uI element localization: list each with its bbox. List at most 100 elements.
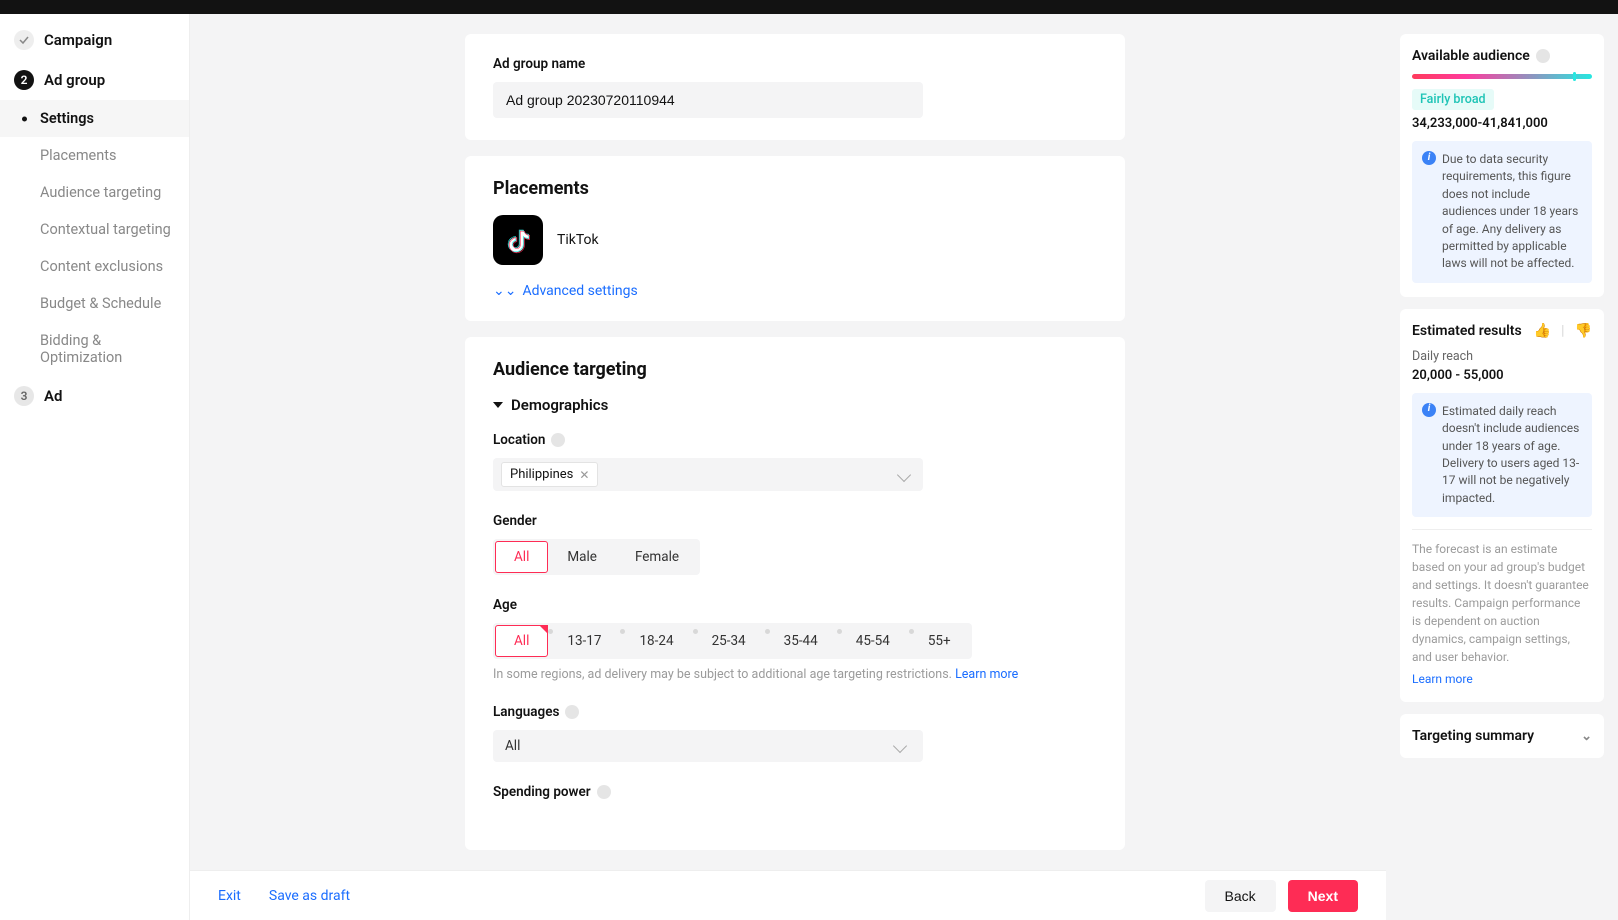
sidebar-item-label: Bidding & Optimization (40, 332, 122, 366)
save-draft-link[interactable]: Save as draft (269, 888, 350, 904)
thumbs-up-icon[interactable]: 👍 (1534, 323, 1551, 339)
targeting-summary-label: Targeting summary (1412, 728, 1534, 744)
available-audience-title: Available audience (1412, 48, 1530, 64)
age-hint: In some regions, ad delivery may be subj… (493, 667, 1097, 682)
languages-value: All (505, 738, 520, 754)
advanced-settings-link[interactable]: ⌄⌄ Advanced settings (493, 283, 1097, 299)
age-field: Age All 13-17 18-24 25-34 35-44 45-54 55… (493, 597, 1097, 682)
spending-power-label: Spending power (493, 784, 1097, 800)
info-icon: i (1422, 403, 1436, 417)
audience-card: Audience targeting Demographics Location… (465, 337, 1125, 850)
right-panel: Available audience Fairly broad 34,233,0… (1400, 14, 1618, 920)
gender-male[interactable]: Male (548, 541, 616, 573)
step-ad[interactable]: 3 Ad (0, 376, 189, 416)
info-icon[interactable] (1536, 49, 1550, 63)
forecast-learn-more-link[interactable]: Learn more (1412, 670, 1592, 688)
location-chip: Philippines ✕ (501, 462, 598, 487)
estimated-results-card: Estimated results 👍 | 👎 Daily reach 20,0… (1400, 309, 1604, 702)
info-icon[interactable] (597, 785, 611, 799)
adgroup-name-card: Ad group name (465, 34, 1125, 140)
demographics-toggle[interactable]: Demographics (493, 396, 1097, 414)
available-audience-card: Available audience Fairly broad 34,233,0… (1400, 34, 1604, 297)
footer-bar: Exit Save as draft Back Next (190, 870, 1386, 920)
age-18-24[interactable]: 18-24 (620, 625, 692, 657)
info-icon[interactable] (551, 433, 565, 447)
placement-tiktok: TikTok (493, 215, 1097, 265)
sidebar-item-content-exclusions[interactable]: Content exclusions (0, 248, 189, 285)
sidebar-item-label: Audience targeting (40, 184, 161, 201)
caret-down-icon (493, 402, 503, 408)
sidebar-item-settings[interactable]: Settings (0, 100, 189, 137)
sidebar-item-budget[interactable]: Budget & Schedule (0, 285, 189, 322)
location-field: Location Philippines ✕ (493, 432, 1097, 491)
age-label: Age (493, 597, 1097, 613)
top-bar (0, 0, 1618, 14)
gender-female[interactable]: Female (616, 541, 698, 573)
step-number-icon: 3 (14, 386, 34, 406)
gender-all[interactable]: All (495, 541, 548, 573)
breadth-badge: Fairly broad (1412, 89, 1494, 110)
estimated-title: Estimated results (1412, 323, 1522, 339)
adgroup-name-label: Ad group name (493, 56, 1097, 72)
sidebar-item-audience[interactable]: Audience targeting (0, 174, 189, 211)
age-45-54[interactable]: 45-54 (837, 625, 909, 657)
audience-range: 34,233,000-41,841,000 (1412, 116, 1592, 131)
chip-label: Philippines (510, 467, 573, 482)
age-learn-more-link[interactable]: Learn more (955, 667, 1018, 682)
audience-title: Audience targeting (493, 359, 1097, 380)
next-button[interactable]: Next (1288, 880, 1358, 912)
demographics-label: Demographics (511, 396, 608, 414)
daily-reach-label: Daily reach (1412, 349, 1592, 364)
step-number-icon: 2 (14, 70, 34, 90)
info-icon[interactable] (565, 705, 579, 719)
adgroup-name-input[interactable] (493, 82, 923, 118)
location-select[interactable]: Philippines ✕ (493, 458, 923, 491)
security-note: i Due to data security requirements, thi… (1412, 141, 1592, 283)
spending-power-field: Spending power (493, 784, 1097, 800)
age-35-44[interactable]: 35-44 (765, 625, 837, 657)
age-55plus[interactable]: 55+ (909, 625, 970, 657)
placements-card: Placements TikTok ⌄⌄ Advanced settings (465, 156, 1125, 321)
link-label: Advanced settings (522, 283, 637, 299)
sidebar: Campaign 2 Ad group Settings Placements … (0, 14, 190, 920)
gender-field: Gender All Male Female (493, 513, 1097, 575)
placement-label: TikTok (557, 232, 599, 248)
exit-link[interactable]: Exit (218, 888, 241, 904)
age-all[interactable]: All (495, 625, 548, 657)
targeting-summary-card[interactable]: Targeting summary ⌄ (1400, 714, 1604, 758)
sidebar-item-contextual[interactable]: Contextual targeting (0, 211, 189, 248)
expand-icon[interactable]: ⌄ (1581, 729, 1592, 744)
location-label: Location (493, 432, 1097, 448)
info-icon: i (1422, 151, 1436, 165)
age-25-34[interactable]: 25-34 (693, 625, 765, 657)
age-segment: All 13-17 18-24 25-34 35-44 45-54 55+ (493, 623, 972, 659)
remove-chip-icon[interactable]: ✕ (579, 468, 589, 482)
sidebar-item-label: Settings (40, 110, 94, 127)
step-label: Ad (44, 387, 62, 405)
sidebar-item-bidding[interactable]: Bidding & Optimization (0, 322, 189, 376)
languages-select[interactable]: All (493, 730, 923, 762)
thumbs-down-icon[interactable]: 👎 (1575, 323, 1592, 339)
double-chevron-down-icon: ⌄⌄ (493, 283, 516, 299)
step-campaign[interactable]: Campaign (0, 20, 189, 60)
sidebar-item-label: Placements (40, 147, 116, 164)
audience-breadth-bar (1412, 74, 1592, 79)
tiktok-icon (493, 215, 543, 265)
sidebar-item-label: Budget & Schedule (40, 295, 161, 312)
languages-label: Languages (493, 704, 1097, 720)
chevron-down-icon (897, 467, 911, 481)
placements-title: Placements (493, 178, 1097, 199)
gender-label: Gender (493, 513, 1097, 529)
daily-reach-value: 20,000 - 55,000 (1412, 368, 1592, 383)
languages-field: Languages All (493, 704, 1097, 762)
chevron-down-icon (893, 739, 907, 753)
step-adgroup[interactable]: 2 Ad group (0, 60, 189, 100)
age-13-17[interactable]: 13-17 (548, 625, 620, 657)
step-label: Ad group (44, 71, 105, 89)
step-label: Campaign (44, 31, 112, 49)
back-button[interactable]: Back (1205, 880, 1276, 912)
reach-note: i Estimated daily reach doesn't include … (1412, 393, 1592, 517)
sidebar-item-placements[interactable]: Placements (0, 137, 189, 174)
sidebar-item-label: Content exclusions (40, 258, 163, 275)
main-content: Ad group name Placements TikTok (190, 14, 1400, 920)
